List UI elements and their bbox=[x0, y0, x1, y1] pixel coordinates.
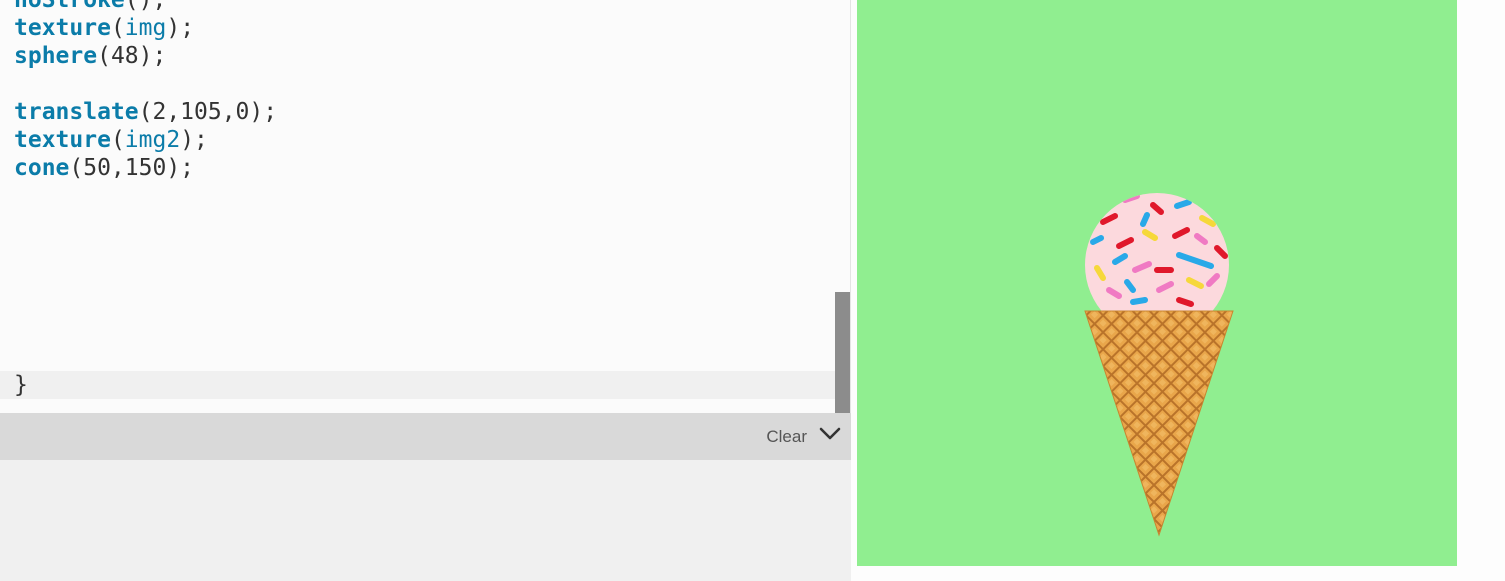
code-line[interactable]: texture(img); bbox=[14, 14, 277, 42]
code-line[interactable]: noStroke(); bbox=[14, 0, 277, 14]
code-function-token: translate bbox=[14, 99, 139, 125]
chevron-down-icon[interactable] bbox=[817, 421, 843, 447]
code-function-token: texture bbox=[14, 127, 111, 153]
code-text-token: (2,105,0); bbox=[138, 99, 278, 125]
code-text-token: ); bbox=[166, 15, 195, 41]
code-line[interactable]: cone(50,150); bbox=[14, 154, 277, 182]
console-output bbox=[0, 460, 851, 581]
code-editor[interactable]: noStroke(); texture(img); sphere(48); trans… bbox=[0, 0, 850, 413]
console-header: Clear bbox=[0, 413, 851, 460]
code-text-token: (); bbox=[124, 0, 167, 13]
sketch-canvas[interactable] bbox=[857, 0, 1457, 566]
editor-scrollbar[interactable] bbox=[835, 292, 850, 413]
code-text-token: ); bbox=[180, 127, 208, 153]
closing-brace[interactable]: } bbox=[14, 371, 28, 399]
code-lines[interactable]: noStroke(); texture(img); sphere(48); trans… bbox=[14, 0, 277, 182]
code-variable-token: img2 bbox=[124, 127, 181, 153]
code-text-token: (48); bbox=[97, 43, 167, 69]
code-variable-token: img bbox=[124, 15, 167, 41]
code-text-token: (50,150); bbox=[69, 155, 195, 181]
active-line-highlight bbox=[0, 371, 835, 399]
code-text-token: ( bbox=[110, 127, 125, 153]
code-line[interactable]: sphere(48); bbox=[14, 42, 277, 70]
code-line[interactable] bbox=[14, 70, 277, 98]
clear-console-button[interactable]: Clear bbox=[766, 427, 807, 447]
code-function-token: cone bbox=[14, 155, 70, 181]
code-text-token: ( bbox=[110, 15, 125, 41]
code-function-token: noStroke bbox=[14, 0, 125, 13]
code-line[interactable]: texture(img2); bbox=[14, 126, 277, 154]
code-line[interactable]: translate(2,105,0); bbox=[14, 98, 277, 126]
waffle-cone bbox=[1085, 311, 1233, 535]
code-function-token: texture bbox=[14, 15, 111, 41]
ice-cream-render bbox=[1084, 193, 1234, 537]
code-function-token: sphere bbox=[14, 43, 98, 69]
